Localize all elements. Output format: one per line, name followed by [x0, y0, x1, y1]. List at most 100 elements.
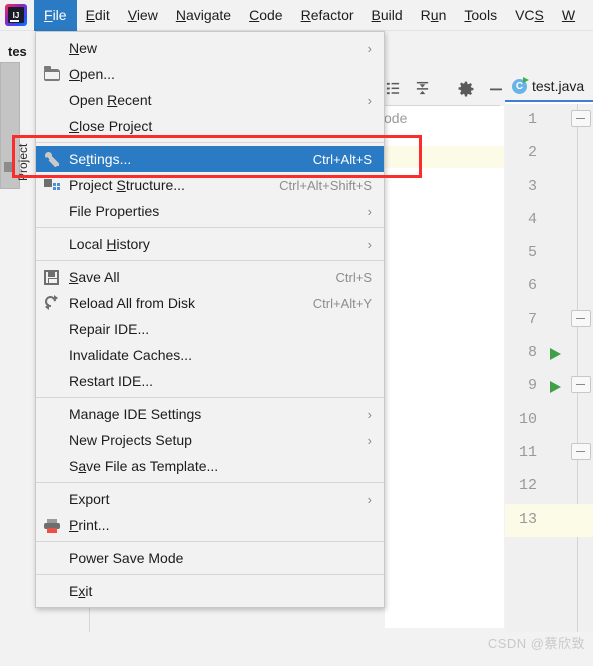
logo-underline — [10, 20, 19, 22]
menubar-item-vcs[interactable]: VCS — [506, 2, 553, 28]
menu-item-label: Save All — [69, 269, 120, 285]
menu-item-local-history[interactable]: Local History › — [36, 231, 384, 257]
line-number: 6 — [527, 277, 537, 295]
java-class-icon: C — [512, 76, 529, 94]
gutter-line-row: 3 — [505, 171, 593, 204]
menu-item-file-properties[interactable]: File Properties › — [36, 198, 384, 224]
sidebar-item-project[interactable]: Project — [0, 62, 30, 189]
line-number: 4 — [527, 210, 537, 228]
menu-item-label: New Projects Setup — [69, 432, 192, 448]
menubar-item-file[interactable]: File — [34, 0, 77, 31]
reload-icon — [42, 293, 61, 312]
gutter-line-row: 5 — [505, 237, 593, 270]
menubar-item-w[interactable]: W — [553, 2, 584, 28]
gear-icon[interactable] — [458, 81, 474, 97]
gutter-line-row: 8 — [505, 337, 593, 370]
gutter-line-row: 7 — [505, 304, 593, 337]
gutter-line-row: 12 — [505, 470, 593, 503]
editor-tab-label: test.java — [532, 78, 585, 94]
menubar-item-run[interactable]: Run — [412, 2, 456, 28]
project-name-label: tes — [8, 44, 27, 59]
menu-item-new[interactable]: New › — [36, 35, 384, 61]
menubar-item-navigate[interactable]: Navigate — [167, 2, 240, 28]
menu-item-exit[interactable]: Exit — [36, 578, 384, 604]
chevron-right-icon: › — [367, 432, 372, 448]
editor-tab-test-java[interactable]: C test.java — [505, 72, 593, 102]
line-number: 2 — [527, 144, 537, 162]
gutter-line-row: 13 — [505, 503, 593, 537]
menu-item-label: Power Save Mode — [69, 550, 184, 566]
menubar-item-tools[interactable]: Tools — [455, 2, 506, 28]
line-number: 13 — [518, 510, 537, 528]
menu-item-label: New — [69, 40, 98, 56]
menu-separator — [36, 397, 384, 398]
menu-item-power-save-mode[interactable]: Power Save Mode — [36, 545, 384, 571]
chevron-right-icon: › — [367, 92, 372, 108]
menu-item-label: Invalidate Caches... — [69, 347, 192, 363]
menu-item-save-file-as-template[interactable]: Save File as Template... — [36, 453, 384, 479]
menu-item-label: Settings... — [69, 151, 132, 167]
menu-item-shortcut: Ctrl+Alt+Y — [312, 295, 372, 311]
expand-list-icon[interactable] — [386, 81, 401, 97]
project-icon — [4, 162, 14, 172]
menu-item-open[interactable]: Open... — [36, 61, 384, 87]
line-number: 3 — [527, 177, 537, 195]
run-gutter-icon[interactable] — [550, 348, 561, 361]
menu-item-label: Close Project — [69, 118, 153, 134]
fold-collapse-icon[interactable] — [571, 110, 591, 127]
menu-item-new-projects-setup[interactable]: New Projects Setup › — [36, 427, 384, 453]
menu-item-label: File Properties — [69, 203, 160, 219]
line-number: 11 — [518, 443, 537, 461]
line-number: 10 — [518, 410, 537, 428]
fold-collapse-icon[interactable] — [571, 376, 591, 394]
menu-item-shortcut: Ctrl+Alt+Shift+S — [279, 177, 372, 193]
chevron-right-icon: › — [367, 236, 372, 252]
menu-item-label: Open Recent — [69, 92, 152, 108]
menu-separator — [36, 574, 384, 575]
menu-item-repair-ide[interactable]: Repair IDE... — [36, 316, 384, 342]
menu-item-open-recent[interactable]: Open Recent › — [36, 87, 384, 113]
line-number: 1 — [527, 111, 537, 128]
line-number: 5 — [527, 244, 537, 262]
menu-item-label: Export — [69, 491, 110, 507]
intellij-logo-icon: IJ — [5, 4, 27, 26]
menubar-item-view[interactable]: View — [119, 2, 167, 28]
menu-separator — [36, 142, 384, 143]
menu-item-export[interactable]: Export › — [36, 486, 384, 512]
project-tree-selected-row — [385, 146, 504, 168]
editor-line-gutter: 1 2 3 4 5 6 7 8 9 10 11 12 13 — [505, 104, 593, 632]
project-tree-body — [385, 168, 504, 628]
minimize-icon[interactable] — [488, 81, 504, 97]
menu-item-shortcut: Ctrl+S — [335, 269, 372, 285]
line-number: 12 — [518, 477, 537, 495]
chevron-right-icon: › — [367, 406, 372, 422]
menubar-item-build[interactable]: Build — [363, 2, 412, 28]
sidebar-item-label: Project — [16, 143, 30, 181]
menubar-item-code[interactable]: Code — [240, 2, 291, 28]
menu-item-restart-ide[interactable]: Restart IDE... — [36, 368, 384, 394]
menu-item-invalidate-caches[interactable]: Invalidate Caches... — [36, 342, 384, 368]
menu-item-label: Local History — [69, 236, 150, 252]
chevron-right-icon: › — [367, 203, 372, 219]
menu-item-settings[interactable]: Settings... Ctrl+Alt+S — [36, 146, 384, 172]
fold-collapse-icon[interactable] — [571, 309, 591, 327]
line-number: 7 — [527, 310, 537, 328]
menu-separator — [36, 541, 384, 542]
menu-item-close-project[interactable]: Close Project — [36, 113, 384, 139]
menu-item-save-all[interactable]: Save All Ctrl+S — [36, 264, 384, 290]
line-number: 8 — [527, 344, 537, 362]
menu-item-reload-all-from-disk[interactable]: Reload All from Disk Ctrl+Alt+Y — [36, 290, 384, 316]
main-menu-bar: IJ File Edit View Navigate Code Refactor Build… — [0, 0, 593, 31]
menubar-item-edit[interactable]: Edit — [77, 2, 119, 28]
menubar-item-refactor[interactable]: Refactor — [292, 2, 363, 28]
run-gutter-icon[interactable] — [550, 381, 561, 394]
file-menu-dropdown[interactable]: New › Open... Open Recent › Close Project Sett… — [35, 31, 385, 608]
collapse-all-icon[interactable] — [415, 81, 430, 97]
fold-collapse-icon[interactable] — [571, 442, 591, 460]
menu-item-print[interactable]: Print... — [36, 512, 384, 538]
watermark-text: CSDN @蔡欣致 — [487, 636, 585, 651]
menu-item-label: Repair IDE... — [69, 321, 150, 337]
gutter-line-row: 9 — [505, 370, 593, 403]
menu-item-project-structure[interactable]: Project Structure... Ctrl+Alt+Shift+S — [36, 172, 384, 198]
menu-item-manage-ide-settings[interactable]: Manage IDE Settings › — [36, 401, 384, 427]
